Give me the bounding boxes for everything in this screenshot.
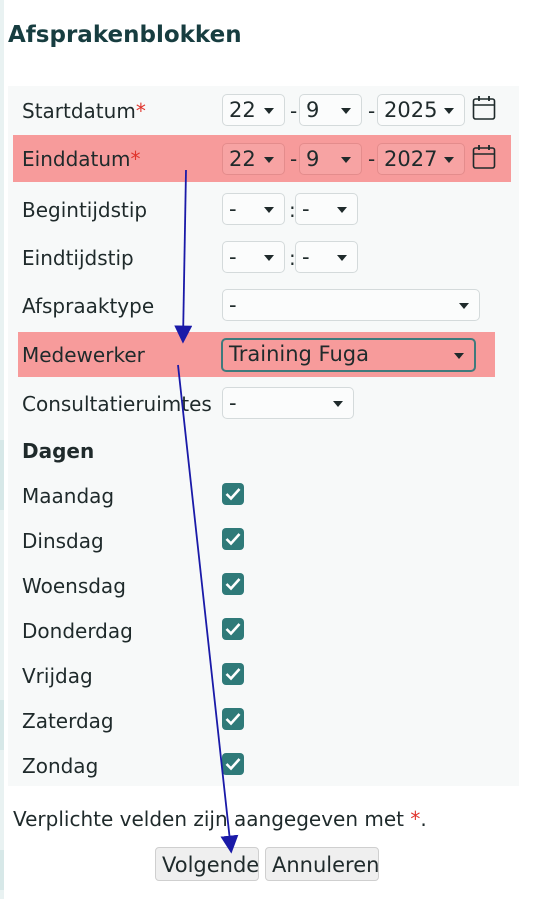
annotation-arrow [177, 364, 239, 854]
annotation-arrows [174, 169, 239, 854]
annotation-arrow [174, 169, 193, 344]
